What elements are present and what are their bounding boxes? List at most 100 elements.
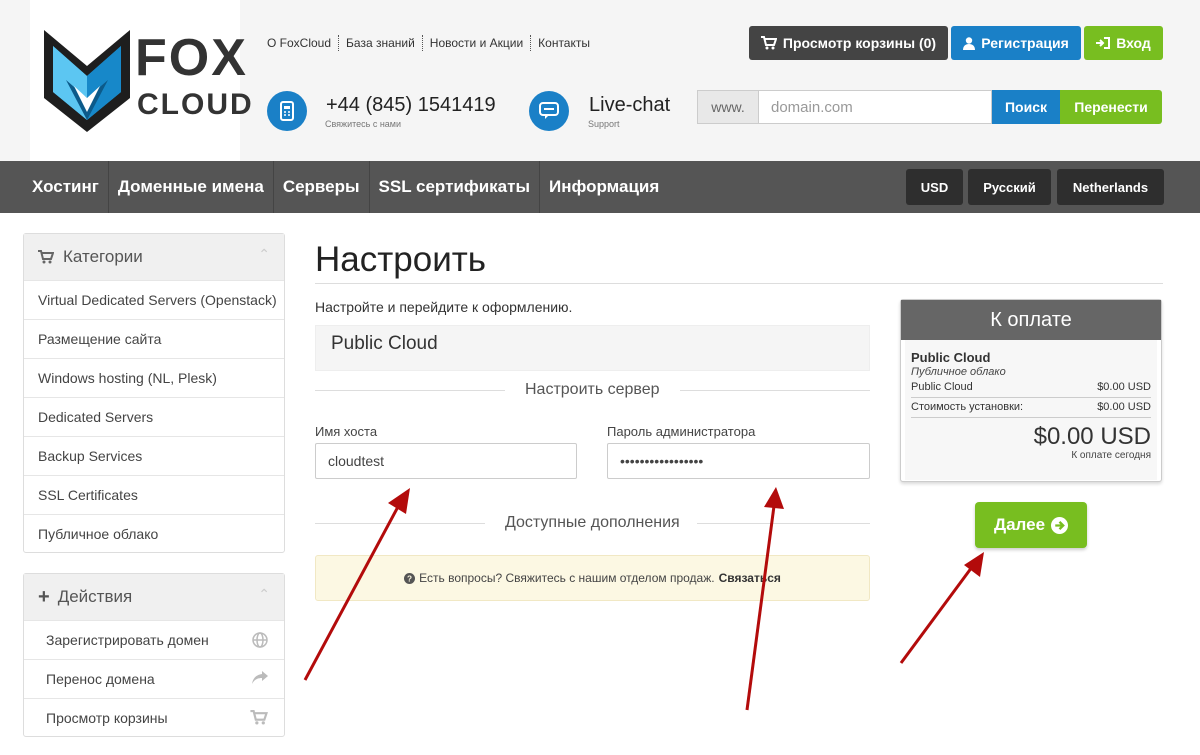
actions-title: Действия: [57, 587, 133, 606]
question-circle-icon: ?: [404, 572, 416, 584]
hostname-input[interactable]: [315, 443, 577, 479]
svg-text:?: ?: [407, 574, 412, 583]
next-label: Далее: [993, 515, 1046, 534]
nav-ssl[interactable]: SSL сертификаты: [370, 161, 540, 213]
summary-row: Public Cloud $0.00 USD: [911, 378, 1151, 398]
category-item[interactable]: Размещение сайта: [24, 319, 284, 358]
annotation-arrow: [745, 505, 776, 711]
domain-input[interactable]: [758, 90, 992, 124]
phone-caption: Свяжитесь с нами: [325, 119, 402, 129]
category-item[interactable]: Публичное облако: [24, 514, 284, 553]
top-links: О FoxCloud База знаний Новости и Акции К…: [260, 35, 597, 51]
nav-hosting[interactable]: Хостинг: [23, 161, 109, 213]
register-label: Регистрация: [981, 35, 1069, 51]
share-arrow-icon: [252, 671, 268, 684]
register-button[interactable]: Регистрация: [951, 26, 1081, 60]
summary-product: Public Cloud: [911, 350, 991, 365]
categories-panel: Категории ⌃ Virtual Dedicated Servers (O…: [23, 233, 285, 553]
nav-servers[interactable]: Серверы: [274, 161, 370, 213]
logo-text-cloud: CLOUD: [137, 88, 254, 121]
chevron-up-icon[interactable]: ⌃: [258, 246, 270, 263]
domain-search-button[interactable]: Поиск: [992, 90, 1060, 124]
action-view-cart[interactable]: Просмотр корзины: [24, 698, 284, 737]
summary-row-value: $0.00 USD: [1097, 401, 1151, 413]
link-knowledgebase[interactable]: База знаний: [339, 35, 423, 51]
addons-heading: Доступные дополнения: [505, 514, 680, 531]
annotation-arrow-head: [388, 488, 410, 514]
action-register-domain[interactable]: Зарегистрировать домен: [24, 620, 284, 659]
help-text: Есть вопросы? Свяжитесь с нашим отделом …: [419, 571, 715, 585]
login-label: Вход: [1116, 35, 1151, 51]
chevron-up-icon[interactable]: ⌃: [258, 586, 270, 603]
domain-search-form: www. Поиск Перенести: [697, 90, 1162, 124]
link-about[interactable]: О FoxCloud: [260, 35, 340, 51]
category-item[interactable]: Windows hosting (NL, Plesk): [24, 358, 284, 397]
chat-bubble-icon[interactable]: [529, 91, 569, 131]
actions-panel: + Действия ⌃ Зарегистрировать домен Пере…: [23, 573, 285, 737]
logo-text-fox: FOX: [135, 29, 248, 87]
help-alert: ? Есть вопросы? Свяжитесь с нашим отдело…: [315, 555, 870, 601]
hostname-label: Имя хоста: [315, 424, 378, 439]
country-selector[interactable]: Netherlands: [1057, 169, 1164, 205]
admin-password-label: Пароль администратора: [607, 424, 756, 439]
nav-info[interactable]: Информация: [540, 161, 668, 213]
cart-icon: [250, 710, 268, 725]
phone-number[interactable]: +44 (845) 1541419: [326, 94, 496, 117]
admin-password-input[interactable]: [607, 443, 870, 479]
phone-icon: [267, 91, 307, 131]
live-chat-link[interactable]: Live-chat: [589, 94, 670, 117]
title-divider: [315, 283, 1163, 284]
category-item[interactable]: Backup Services: [24, 436, 284, 475]
contact-sales-link[interactable]: Связаться: [719, 571, 781, 585]
next-button[interactable]: Далее: [975, 502, 1087, 548]
annotation-arrow: [899, 566, 974, 664]
globe-icon: [252, 632, 268, 648]
arrow-circle-right-icon: [1051, 516, 1069, 534]
summary-title: К оплате: [901, 300, 1161, 340]
section-divider: [315, 390, 505, 391]
cart-icon: [760, 36, 777, 50]
link-news[interactable]: Новости и Акции: [423, 35, 532, 51]
product-name: Public Cloud: [315, 325, 870, 371]
summary-row-label: Public Cloud: [911, 381, 973, 393]
category-item[interactable]: Dedicated Servers: [24, 397, 284, 436]
section-divider: [697, 523, 870, 524]
domain-transfer-button[interactable]: Перенести: [1060, 90, 1162, 124]
configure-server-heading: Настроить сервер: [525, 381, 660, 398]
action-label: Перенос домена: [46, 671, 155, 687]
summary-row-value: $0.00 USD: [1097, 381, 1151, 393]
view-cart-label: Просмотр корзины (0): [782, 35, 937, 51]
page-subtitle: Настройте и перейдите к оформлению.: [315, 299, 573, 315]
summary-total: $0.00 USD: [1033, 423, 1151, 450]
action-label: Зарегистрировать домен: [46, 632, 209, 648]
categories-title: Категории: [63, 247, 143, 266]
summary-group: Публичное облако: [911, 366, 1006, 378]
actions-header[interactable]: + Действия ⌃: [24, 574, 284, 620]
login-button[interactable]: Вход: [1084, 26, 1163, 60]
nav-domains[interactable]: Доменные имена: [109, 161, 274, 213]
action-label: Просмотр корзины: [46, 710, 168, 726]
currency-selector[interactable]: USD: [906, 169, 963, 205]
section-divider: [315, 523, 485, 524]
section-divider: [680, 390, 870, 391]
site-header: FOX CLOUD О FoxCloud База знаний Новости…: [0, 0, 1200, 161]
view-cart-button[interactable]: Просмотр корзины (0): [749, 26, 948, 60]
annotation-arrow-head: [964, 552, 984, 577]
logo[interactable]: FOX CLOUD: [30, 0, 252, 161]
plus-icon: +: [38, 585, 50, 608]
summary-row-label: Стоимость установки:: [911, 401, 1024, 413]
link-contacts[interactable]: Контакты: [531, 35, 597, 51]
annotation-arrow-head: [764, 487, 784, 509]
user-icon: [963, 36, 976, 50]
category-item[interactable]: Virtual Dedicated Servers (Openstack): [24, 280, 284, 319]
live-chat-caption: Support: [588, 119, 620, 129]
action-transfer-domain[interactable]: Перенос домена: [24, 659, 284, 698]
categories-header[interactable]: Категории ⌃: [24, 234, 284, 280]
summary-row: Стоимость установки: $0.00 USD: [911, 398, 1151, 418]
order-summary: К оплате Public Cloud Публичное облако P…: [900, 299, 1162, 482]
category-item[interactable]: SSL Certificates: [24, 475, 284, 514]
domain-prefix: www.: [697, 90, 758, 124]
language-selector[interactable]: Русский: [968, 169, 1051, 205]
fox-logo-icon: [44, 30, 130, 132]
summary-total-note: К оплате сегодня: [1071, 450, 1151, 461]
